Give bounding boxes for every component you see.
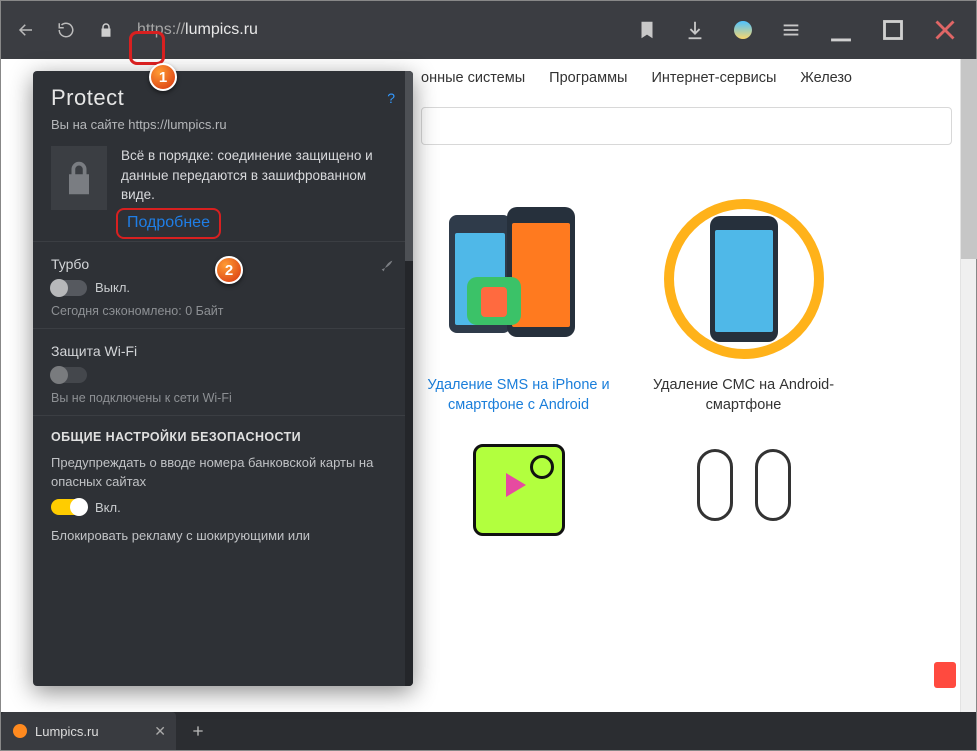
- warn-card-state: Вкл.: [95, 500, 121, 515]
- new-tab-button[interactable]: [184, 717, 212, 745]
- block-ads-text: Блокировать рекламу с шокирующими или: [51, 527, 395, 546]
- callout-outline-2: [116, 208, 221, 239]
- lock-icon: [51, 146, 107, 210]
- downloads-icon[interactable]: [684, 19, 706, 41]
- warn-card-text: Предупреждать о вводе номера банковской …: [51, 454, 395, 492]
- window-minimize[interactable]: [824, 13, 858, 47]
- menu-icon[interactable]: [780, 19, 802, 41]
- nav-item[interactable]: Железо: [800, 70, 852, 86]
- general-security-section: ОБЩИЕ НАСТРОЙКИ БЕЗОПАСНОСТИ Предупрежда…: [33, 415, 413, 557]
- general-heading: ОБЩИЕ НАСТРОЙКИ БЕЗОПАСНОСТИ: [51, 430, 395, 444]
- wifi-section: Защита Wi-Fi Вы не подключены к сети Wi-…: [33, 328, 413, 415]
- card-thumbnail[interactable]: [421, 440, 616, 540]
- panel-scroll-thumb[interactable]: [405, 71, 413, 261]
- nav-item[interactable]: Программы: [549, 70, 627, 86]
- wifi-toggle: [51, 367, 87, 383]
- page-scrollbar[interactable]: [960, 59, 976, 712]
- panel-scrollbar[interactable]: [405, 71, 413, 686]
- tab-favicon: [13, 724, 27, 738]
- more-link[interactable]: Подробнее: [121, 211, 216, 235]
- card-title: Удаление СМС на Android-смартфоне: [646, 375, 841, 416]
- browser-tab[interactable]: Lumpics.ru ✕: [1, 712, 176, 750]
- card-title: Удаление SMS на iPhone и смартфоне с And…: [421, 375, 616, 416]
- nav-item[interactable]: онные системы: [421, 70, 525, 86]
- turbo-section: Турбо Выкл. Сегодня сэкономлено: 0 Байт: [33, 241, 413, 328]
- window-close[interactable]: [928, 13, 962, 47]
- tab-title: Lumpics.ru: [35, 724, 99, 739]
- site-search-input[interactable]: [421, 107, 952, 145]
- protect-help-link[interactable]: ?: [387, 90, 395, 106]
- protect-title: Protect: [51, 85, 124, 111]
- security-status-text: Всё в порядке: соединение защищено и дан…: [121, 146, 395, 205]
- reload-button[interactable]: [53, 17, 79, 43]
- page-scroll-thumb[interactable]: [961, 59, 977, 259]
- site-lock-icon[interactable]: [93, 17, 119, 43]
- turbo-state: Выкл.: [95, 280, 130, 295]
- tab-bar: Lumpics.ru ✕: [1, 712, 976, 750]
- tab-close-button[interactable]: ✕: [154, 723, 166, 740]
- profile-avatar[interactable]: [732, 19, 754, 41]
- protect-panel: Protect ? Вы на сайте https://lumpics.ru…: [33, 71, 413, 686]
- protect-site-line: Вы на сайте https://lumpics.ru: [33, 117, 413, 146]
- turbo-toggle[interactable]: [51, 280, 87, 296]
- back-button[interactable]: [13, 17, 39, 43]
- warn-card-toggle[interactable]: [51, 499, 87, 515]
- turbo-saved-text: Сегодня сэкономлено: 0 Байт: [51, 304, 395, 318]
- wifi-label: Защита Wi-Fi: [51, 343, 395, 359]
- callout-outline-1: [129, 31, 165, 65]
- article-card[interactable]: Удаление СМС на Android-смартфоне: [646, 195, 841, 416]
- nav-item[interactable]: Интернет-сервисы: [651, 70, 776, 86]
- url-host: lumpics.ru: [185, 21, 258, 38]
- callout-marker-2: 2: [215, 256, 243, 284]
- wifi-status-text: Вы не подключены к сети Wi-Fi: [51, 391, 395, 405]
- callout-marker-1: 1: [149, 63, 177, 91]
- bookmark-icon[interactable]: [636, 19, 658, 41]
- window-maximize[interactable]: [876, 13, 910, 47]
- article-card[interactable]: Удаление SMS на iPhone и смартфоне с And…: [421, 195, 616, 416]
- card-thumbnail: [421, 195, 616, 363]
- card-thumbnail: [646, 195, 841, 363]
- card-thumbnail[interactable]: [646, 440, 841, 540]
- rocket-icon: [379, 256, 395, 277]
